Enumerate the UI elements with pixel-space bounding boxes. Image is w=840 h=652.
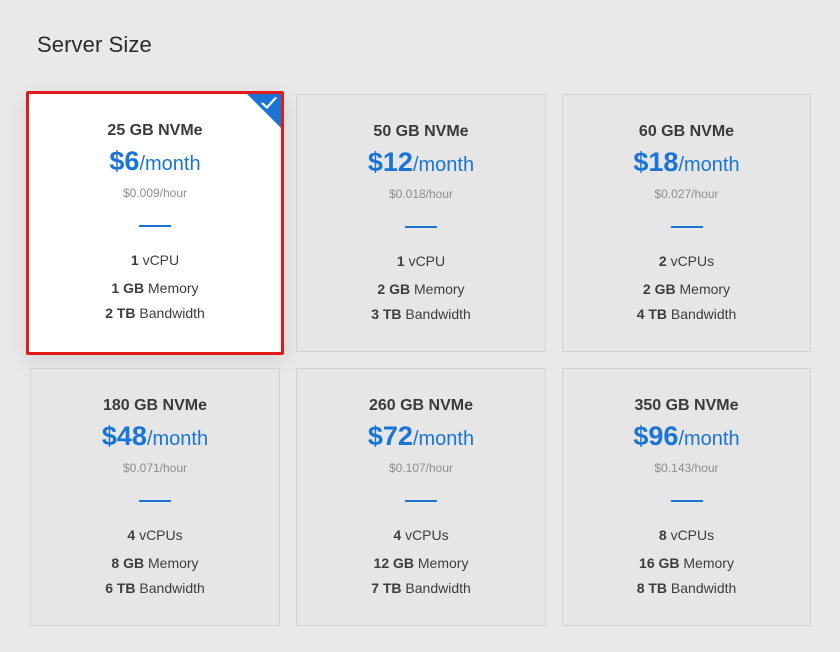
plan-bandwidth-unit: Bandwidth — [405, 306, 471, 322]
plan-memory-value: 2 GB — [642, 281, 676, 297]
plan-bandwidth: 6 TB Bandwidth — [31, 580, 279, 596]
plan-memory-value: 8 GB — [111, 555, 145, 571]
plan-cpu-value: 1 — [396, 253, 405, 269]
plan-price: $18/month — [563, 147, 810, 178]
plan-memory-unit: Memory — [679, 281, 731, 297]
plan-memory: 16 GB Memory — [563, 555, 810, 571]
plan-price: $12/month — [297, 147, 545, 178]
plan-memory-unit: Memory — [148, 555, 199, 571]
plan-price-amount: $12 — [367, 147, 413, 177]
plan-memory: 8 GB Memory — [31, 555, 279, 571]
plan-hourly-price: $0.107/hour — [388, 461, 454, 475]
plan-cpu-value: 1 — [130, 252, 139, 268]
plan-price: $96/month — [563, 421, 810, 452]
plan-memory: 1 GB Memory — [29, 280, 281, 296]
plan-memory-value: 2 GB — [377, 281, 411, 297]
plan-price: $48/month — [31, 421, 279, 452]
plan-divider — [405, 226, 437, 228]
plan-card-260gb[interactable]: 260 GB NVMe $72/month $0.107/hour 4 vCPU… — [296, 368, 546, 626]
plan-divider — [139, 500, 171, 502]
plan-cpu: 1 vCPU — [29, 252, 281, 268]
plan-bandwidth: 7 TB Bandwidth — [297, 580, 545, 596]
plan-bandwidth-unit: Bandwidth — [139, 305, 205, 321]
plan-bandwidth-value: 4 TB — [636, 306, 668, 322]
plan-memory-value: 12 GB — [373, 555, 414, 571]
plan-bandwidth-value: 6 TB — [105, 580, 136, 596]
plan-memory-unit: Memory — [148, 280, 199, 296]
plan-cpu-unit: vCPUs — [139, 527, 183, 543]
plan-hourly-price: $0.018/hour — [388, 187, 454, 201]
plan-storage: 260 GB NVMe — [368, 397, 474, 414]
plan-cpu-unit: vCPUs — [405, 527, 449, 543]
plan-hourly-price: $0.009/hour — [122, 186, 188, 200]
plan-storage: 350 GB NVMe — [634, 397, 739, 414]
plan-cpu: 8 vCPUs — [563, 527, 810, 543]
plan-storage: 50 GB NVMe — [373, 123, 469, 140]
plan-bandwidth-unit: Bandwidth — [405, 580, 471, 596]
plan-cpu-value: 4 — [393, 527, 402, 543]
plan-storage: 25 GB NVMe — [107, 122, 203, 139]
plan-memory: 12 GB Memory — [297, 555, 545, 571]
plan-cpu-value: 2 — [658, 253, 667, 269]
plan-price-amount: $48 — [101, 421, 147, 451]
plan-card-180gb[interactable]: 180 GB NVMe $48/month $0.071/hour 4 vCPU… — [30, 368, 280, 626]
plan-card-50gb[interactable]: 50 GB NVMe $12/month $0.018/hour 1 vCPU … — [296, 94, 546, 352]
checkmark-icon — [261, 96, 277, 109]
plan-price-period: /month — [139, 153, 201, 175]
server-size-grid: 25 GB NVMe $6/month $0.009/hour 1 vCPU 1… — [0, 0, 840, 652]
plan-hourly-price: $0.027/hour — [654, 187, 719, 201]
plan-bandwidth: 8 TB Bandwidth — [563, 580, 810, 596]
plan-cpu-value: 4 — [127, 527, 136, 543]
plan-bandwidth: 3 TB Bandwidth — [297, 306, 545, 322]
plan-memory-unit: Memory — [417, 555, 469, 571]
plan-bandwidth-value: 8 TB — [636, 580, 668, 596]
plan-bandwidth-value: 3 TB — [371, 306, 402, 322]
plan-cpu: 1 vCPU — [297, 253, 545, 269]
plan-cpu-unit: vCPU — [142, 252, 180, 268]
plan-memory: 2 GB Memory — [297, 281, 545, 297]
plan-cpu: 4 vCPUs — [31, 527, 279, 543]
plan-hourly-price: $0.143/hour — [654, 461, 719, 475]
plan-bandwidth: 2 TB Bandwidth — [29, 305, 281, 321]
plan-cpu: 4 vCPUs — [297, 527, 545, 543]
plan-price-period: /month — [412, 154, 475, 176]
plan-cpu-unit: vCPU — [408, 253, 446, 269]
plan-card-350gb[interactable]: 350 GB NVMe $96/month $0.143/hour 8 vCPU… — [562, 368, 811, 626]
plan-storage: 180 GB NVMe — [102, 397, 208, 414]
plan-price-period: /month — [678, 154, 740, 176]
plan-hourly-price: $0.071/hour — [122, 461, 188, 475]
plan-cpu-unit: vCPUs — [670, 527, 715, 543]
plan-cpu-value: 8 — [658, 527, 667, 543]
plan-price-amount: $6 — [109, 146, 140, 176]
plan-bandwidth-unit: Bandwidth — [670, 306, 737, 322]
plan-price-period: /month — [146, 428, 209, 450]
plan-price-amount: $96 — [633, 421, 679, 451]
plan-price-amount: $18 — [633, 147, 679, 177]
plan-price-period: /month — [678, 428, 740, 450]
plan-cpu: 2 vCPUs — [563, 253, 810, 269]
plan-cpu-unit: vCPUs — [670, 253, 715, 269]
plan-memory-value: 1 GB — [111, 280, 145, 296]
plan-memory-value: 16 GB — [639, 555, 680, 571]
plan-price: $72/month — [297, 421, 545, 452]
plan-bandwidth: 4 TB Bandwidth — [563, 306, 810, 322]
plan-divider — [670, 500, 703, 502]
plan-divider — [670, 226, 703, 228]
plan-price: $6/month — [29, 146, 281, 177]
plan-price-period: /month — [412, 428, 475, 450]
plan-storage: 60 GB NVMe — [638, 123, 735, 140]
plan-bandwidth-value: 7 TB — [371, 580, 402, 596]
plan-price-amount: $72 — [367, 421, 413, 451]
plan-memory: 2 GB Memory — [563, 281, 810, 297]
plan-card-60gb[interactable]: 60 GB NVMe $18/month $0.027/hour 2 vCPUs… — [562, 94, 811, 352]
plan-bandwidth-unit: Bandwidth — [139, 580, 205, 596]
plan-bandwidth-value: 2 TB — [105, 305, 136, 321]
plan-card-25gb[interactable]: 25 GB NVMe $6/month $0.009/hour 1 vCPU 1… — [26, 91, 284, 355]
plan-divider — [405, 500, 437, 502]
plan-divider — [139, 225, 171, 227]
plan-memory-unit: Memory — [683, 555, 734, 571]
plan-bandwidth-unit: Bandwidth — [670, 580, 737, 596]
plan-memory-unit: Memory — [414, 281, 465, 297]
